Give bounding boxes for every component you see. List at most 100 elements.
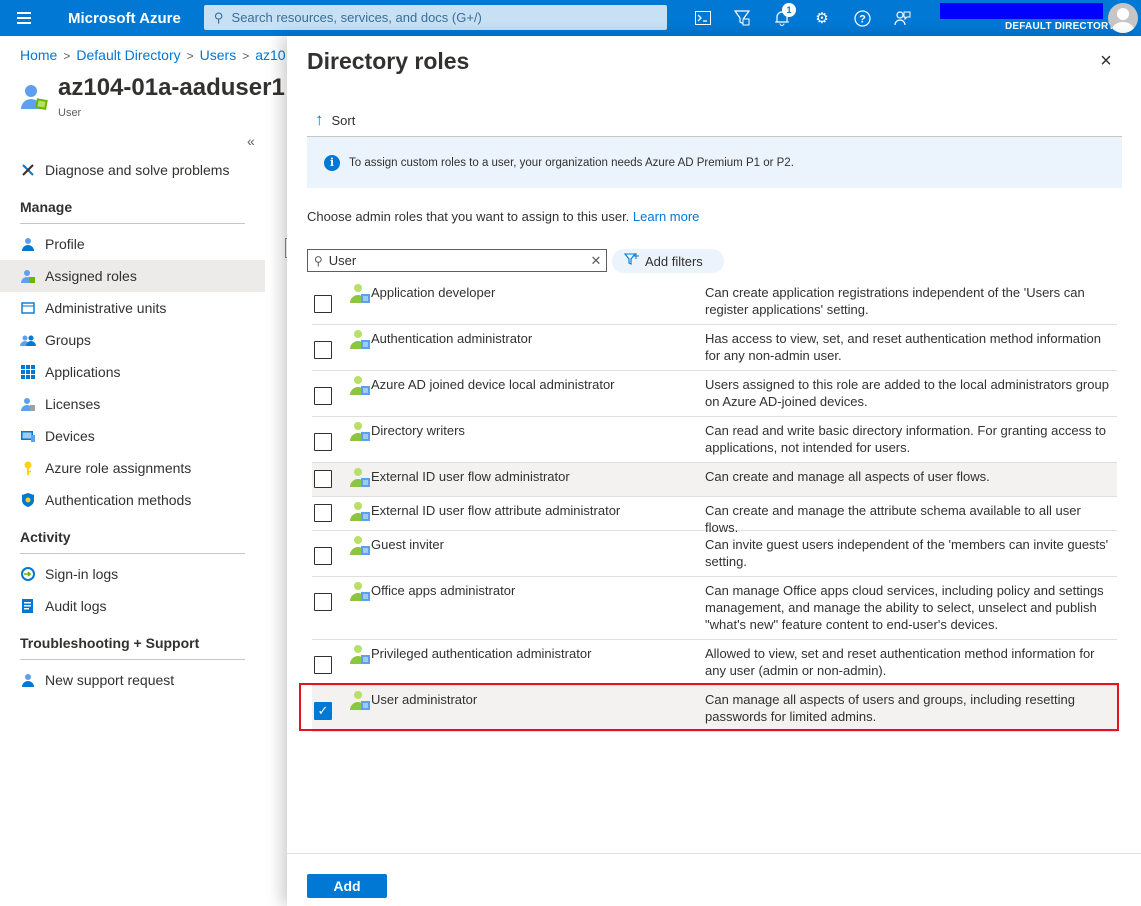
role-icon-cell	[346, 325, 371, 370]
support-icon	[20, 672, 36, 688]
breadcrumb-users[interactable]: Users	[200, 47, 237, 63]
assigned-roles-icon	[20, 268, 36, 284]
checkbox-cell	[312, 371, 346, 416]
sidebar-item-new-support-request[interactable]: New support request	[0, 664, 265, 696]
settings-icon[interactable]: ⚙	[810, 6, 834, 30]
key-icon	[20, 460, 36, 476]
sidebar-item-applications[interactable]: Applications	[0, 356, 265, 388]
role-icon-cell	[346, 577, 371, 639]
licenses-icon	[20, 396, 36, 412]
role-icon-cell	[346, 463, 371, 496]
role-icon-cell	[346, 371, 371, 416]
table-row[interactable]: Office apps administrator Can manage Offi…	[312, 577, 1117, 640]
chevron-right-icon: >	[63, 49, 71, 63]
breadcrumb-directory[interactable]: Default Directory	[76, 47, 180, 63]
role-checkbox[interactable]	[314, 295, 332, 313]
directory-label[interactable]: DEFAULT DIRECTORY	[1005, 21, 1115, 32]
table-row[interactable]: Application developer Can create applicat…	[312, 279, 1117, 325]
role-icon	[350, 582, 370, 601]
learn-more-link[interactable]: Learn more	[633, 209, 699, 224]
sidebar-item-assigned-roles[interactable]: Assigned roles	[0, 260, 265, 292]
add-filters-button[interactable]: Add filters	[612, 249, 724, 273]
info-text: To assign custom roles to a user, your o…	[349, 156, 794, 169]
sidebar-item-audit-logs[interactable]: Audit logs	[0, 590, 265, 622]
sign-in-icon	[20, 566, 36, 582]
role-name: Guest inviter	[371, 537, 444, 552]
clear-search-icon[interactable]: ✕	[586, 253, 606, 269]
brand-title[interactable]: Microsoft Azure	[68, 10, 204, 27]
role-description: Has access to view, set, and reset authe…	[705, 331, 1101, 363]
add-button[interactable]: Add	[307, 874, 387, 898]
table-row[interactable]: Directory writers Can read and write basi…	[312, 417, 1117, 463]
role-checkbox[interactable]	[314, 504, 332, 522]
close-icon[interactable]: ×	[1097, 51, 1115, 71]
sidebar-item-authentication-methods[interactable]: Authentication methods	[0, 484, 265, 516]
collapse-sidebar-icon[interactable]: «	[247, 133, 255, 149]
role-checkbox[interactable]	[314, 433, 332, 451]
directory-filter-icon[interactable]	[730, 6, 754, 30]
role-description: Can create and manage all aspects of use…	[705, 469, 990, 484]
global-search-input[interactable]: ⚲ Search resources, services, and docs (…	[204, 5, 667, 30]
sidebar-item-label: Azure role assignments	[45, 460, 192, 476]
section-header-support: Troubleshooting + Support	[20, 626, 245, 660]
breadcrumb-home[interactable]: Home	[20, 47, 57, 63]
search-icon: ⚲	[214, 9, 224, 25]
role-checkbox[interactable]	[314, 341, 332, 359]
role-icon-cell	[346, 531, 371, 576]
add-filters-label: Add filters	[645, 253, 703, 269]
audit-icon	[20, 598, 36, 614]
feedback-icon[interactable]	[890, 6, 914, 30]
cloud-shell-icon[interactable]	[691, 6, 715, 30]
role-description: Allowed to view, set and reset authentic…	[705, 646, 1095, 678]
sidebar-item-groups[interactable]: Groups	[0, 324, 265, 356]
table-row[interactable]: External ID user flow attribute administ…	[312, 497, 1117, 535]
user-icon	[21, 85, 48, 110]
admin-units-icon	[20, 300, 36, 316]
sidebar-item-administrative-units[interactable]: Administrative units	[0, 292, 265, 324]
role-checkbox[interactable]	[314, 656, 332, 674]
role-description: Can read and write basic directory infor…	[705, 423, 1107, 455]
role-icon	[350, 536, 370, 555]
sidebar-item-diagnose[interactable]: Diagnose and solve problems	[0, 154, 265, 186]
svg-text:?: ?	[859, 13, 866, 25]
footer-divider	[287, 853, 1141, 854]
checkbox-cell	[312, 279, 346, 324]
hamburger-menu-icon[interactable]	[0, 0, 48, 36]
sidebar-item-label: Assigned roles	[45, 268, 137, 284]
notifications-icon[interactable]: 1	[770, 3, 796, 30]
sidebar-item-profile[interactable]: Profile	[0, 228, 265, 260]
table-row[interactable]: Azure AD joined device local administrat…	[312, 371, 1117, 417]
role-description: Can manage Office apps cloud services, i…	[705, 583, 1104, 632]
role-icon	[350, 468, 370, 487]
sidebar-item-licenses[interactable]: Licenses	[0, 388, 265, 420]
table-row[interactable]: External ID user flow administrator Can c…	[312, 463, 1117, 497]
sort-label: Sort	[331, 112, 356, 128]
table-row[interactable]: Privileged authentication administrator A…	[312, 640, 1117, 686]
help-icon[interactable]: ?	[850, 6, 874, 30]
account-name-redacted[interactable]	[940, 3, 1103, 19]
role-icon-cell	[346, 640, 371, 685]
role-checkbox[interactable]	[314, 593, 332, 611]
applications-icon	[20, 364, 36, 380]
sidebar-item-label: Licenses	[45, 396, 101, 412]
role-search-value[interactable]: User	[329, 253, 586, 268]
sidebar-item-azure-role-assignments[interactable]: Azure role assignments	[0, 452, 265, 484]
sidebar-item-devices[interactable]: Devices	[0, 420, 265, 452]
sidebar: Diagnose and solve problems Manage Profi…	[0, 154, 265, 696]
checkbox-cell	[312, 417, 346, 462]
instruction-text: Choose admin roles that you want to assi…	[307, 209, 699, 224]
sidebar-item-sign-in-logs[interactable]: Sign-in logs	[0, 558, 265, 590]
instruction-label: Choose admin roles that you want to assi…	[307, 209, 630, 224]
info-banner: i To assign custom roles to a user, your…	[307, 137, 1122, 188]
avatar[interactable]	[1108, 3, 1138, 33]
role-checkbox[interactable]	[314, 470, 332, 488]
sort-button[interactable]: ↑ Sort	[315, 110, 355, 130]
role-checkbox[interactable]	[314, 387, 332, 405]
role-icon	[350, 284, 370, 303]
breadcrumb-user[interactable]: az10	[255, 47, 285, 63]
role-search-input[interactable]: ⚲ User ✕	[307, 249, 607, 272]
checkbox-cell	[312, 325, 346, 370]
table-row[interactable]: Authentication administrator Has access t…	[312, 325, 1117, 371]
table-row[interactable]: Guest inviter Can invite guest users inde…	[312, 531, 1117, 577]
role-checkbox[interactable]	[314, 547, 332, 565]
